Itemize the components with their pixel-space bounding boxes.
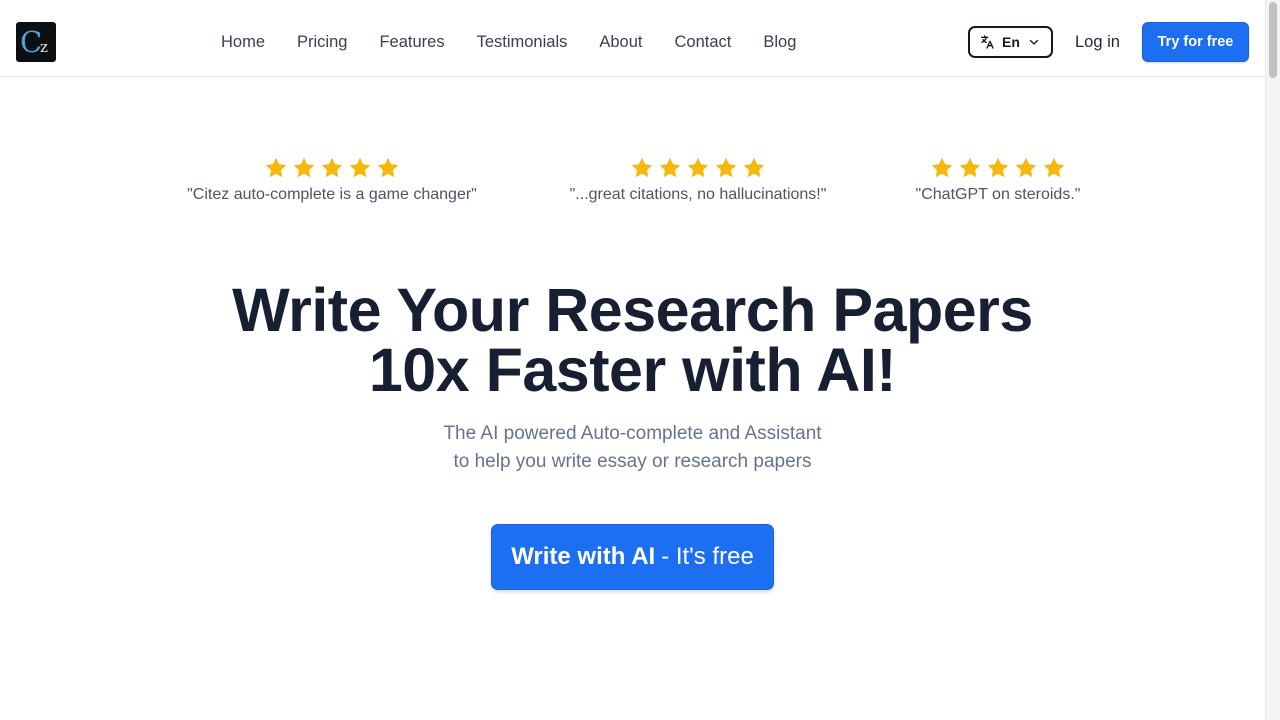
nav-about-link[interactable]: About [583,26,658,58]
star-icon [987,157,1009,178]
nav-contact-link[interactable]: Contact [659,26,748,58]
star-icon [743,157,765,178]
star-icon [1043,157,1065,178]
scrollbar-thumb[interactable] [1269,2,1277,78]
citez-logo[interactable]: C z [16,22,56,62]
nav-testimonials-link[interactable]: Testimonials [461,26,584,58]
star-rating [898,155,1098,181]
star-icon [959,157,981,178]
star-icon [1015,157,1037,178]
logo-letter-z: z [40,38,48,56]
chevron-down-icon [1028,36,1040,48]
nav-features-link[interactable]: Features [363,26,460,58]
star-icon [293,157,315,178]
hero-subtitle-line-1: The AI powered Auto-complete and Assista… [443,423,822,444]
hero-title: Write Your Research Papers 10x Faster wi… [0,280,1265,401]
star-icon [349,157,371,178]
testimonial-item: "...great citations, no hallucinations!" [548,155,848,206]
logo-letter-c: C [20,25,43,59]
page: C z Home Pricing Features Testimonials A… [0,0,1265,720]
nav-home-link[interactable]: Home [205,26,281,58]
main-nav: Home Pricing Features Testimonials About… [205,26,812,58]
testimonial-quote: "ChatGPT on steroids." [915,186,1081,203]
login-link[interactable]: Log in [1062,26,1133,58]
language-selector[interactable]: En [968,26,1053,58]
testimonial-item: "ChatGPT on steroids." [898,155,1098,206]
cta-light-label: - It's free [661,543,754,570]
site-header: C z Home Pricing Features Testimonials A… [0,0,1265,77]
star-rating [548,155,848,181]
star-rating [172,155,492,181]
star-icon [715,157,737,178]
testimonial-quote: "Citez auto-complete is a game changer" [187,186,477,203]
testimonial-item: "Citez auto-complete is a game changer" [172,155,492,206]
star-icon [687,157,709,178]
star-icon [659,157,681,178]
hero-subtitle-line-2: to help you write essay or research pape… [453,451,812,472]
hero-title-line-1: Write Your Research Papers [232,276,1033,344]
star-icon [931,157,953,178]
testimonial-quote: "...great citations, no hallucinations!" [569,186,827,203]
star-icon [377,157,399,178]
language-label: En [1002,34,1020,50]
write-with-ai-button[interactable]: Write with AI - It's free [491,524,774,590]
try-for-free-button[interactable]: Try for free [1142,22,1249,62]
cta-strong-label: Write with AI [511,543,656,570]
star-icon [631,157,653,178]
star-icon [265,157,287,178]
nav-blog-link[interactable]: Blog [747,26,812,58]
hero-subtitle: The AI powered Auto-complete and Assista… [0,420,1265,476]
nav-pricing-link[interactable]: Pricing [281,26,363,58]
star-icon [321,157,343,178]
page-scrollbar[interactable] [1265,0,1280,720]
translate-icon [979,34,995,50]
hero-title-line-2: 10x Faster with AI! [368,336,897,404]
